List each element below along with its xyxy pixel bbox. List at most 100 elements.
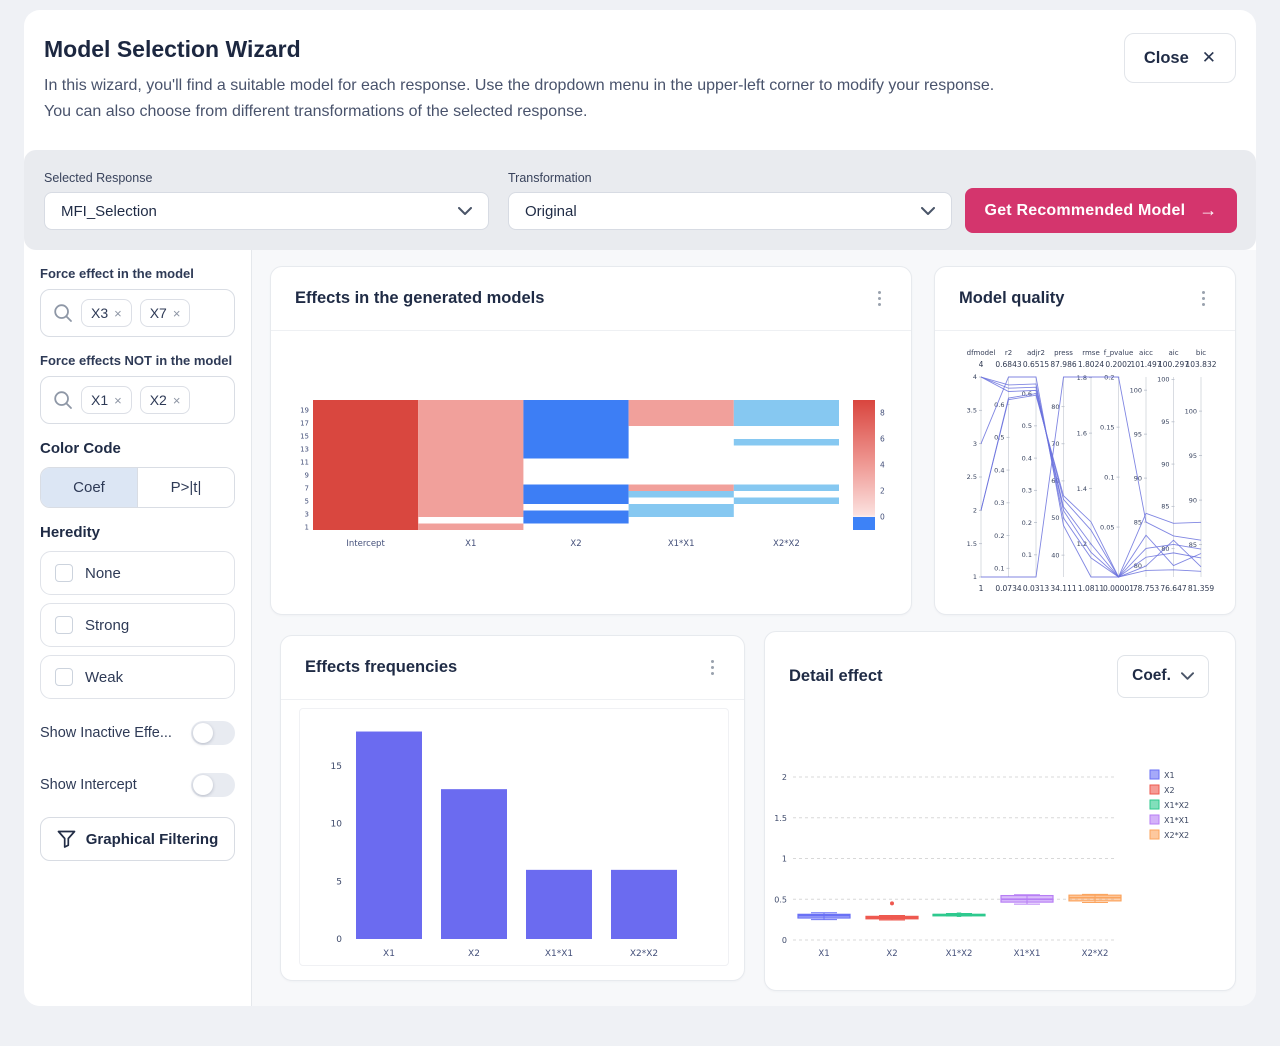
svg-text:rmse: rmse	[1082, 349, 1100, 357]
close-button[interactable]: Close ✕	[1124, 33, 1236, 83]
remove-chip-icon[interactable]: ×	[114, 393, 122, 408]
heredity-option-strong[interactable]: Strong	[40, 603, 235, 647]
svg-text:bic: bic	[1196, 349, 1206, 357]
effects-models-card: Effects in the generated models 13579111…	[270, 266, 912, 615]
svg-text:15: 15	[300, 432, 309, 440]
selected-response-value: MFI_Selection	[61, 203, 157, 220]
effects-heatmap-chart: 135791113151719InterceptX1X2X1*X1X2*X286…	[291, 393, 903, 572]
show-inactive-effects-label: Show Inactive Effe...	[40, 725, 172, 741]
svg-text:17: 17	[300, 419, 309, 427]
effects-models-title: Effects in the generated models	[295, 289, 544, 308]
chip-x2[interactable]: X2×	[140, 386, 191, 414]
toggle-knob	[193, 723, 213, 743]
svg-text:8: 8	[880, 409, 885, 418]
svg-text:0.00001: 0.00001	[1103, 584, 1134, 593]
subtitle-line-2: You can also choose from different trans…	[44, 103, 587, 121]
svg-text:0.05: 0.05	[1100, 523, 1114, 531]
heredity-option-none[interactable]: None	[40, 551, 235, 595]
svg-text:0.3: 0.3	[994, 499, 1004, 507]
svg-text:1.4: 1.4	[1077, 485, 1087, 493]
color-code-option-pvalue[interactable]: P>|t|	[137, 468, 234, 507]
svg-text:0.1: 0.1	[1104, 473, 1114, 481]
svg-text:4: 4	[880, 461, 885, 470]
effects-frequencies-card: Effects frequencies 051015X1X2X1*X1X2*X2	[280, 635, 745, 981]
svg-text:4: 4	[979, 360, 984, 369]
show-inactive-effects-row: Show Inactive Effe...	[40, 721, 235, 745]
chip-x3[interactable]: X3×	[81, 299, 132, 327]
svg-text:X1*X1: X1*X1	[1014, 949, 1041, 959]
svg-text:0.6843: 0.6843	[995, 360, 1021, 369]
svg-text:3: 3	[973, 440, 977, 448]
svg-text:95: 95	[1189, 452, 1197, 460]
svg-text:1: 1	[979, 584, 984, 593]
svg-text:X2: X2	[1164, 786, 1175, 795]
svg-text:f_pvalue: f_pvalue	[1104, 349, 1134, 357]
transformation-select[interactable]: Original	[508, 192, 952, 230]
svg-text:81.359: 81.359	[1188, 584, 1214, 593]
svg-text:95: 95	[1161, 418, 1169, 426]
svg-text:X2: X2	[570, 539, 581, 549]
transformation-label: Transformation	[508, 171, 592, 185]
svg-text:X1*X1: X1*X1	[545, 949, 573, 959]
heredity-label: Heredity	[40, 524, 235, 541]
svg-text:87.986: 87.986	[1050, 360, 1076, 369]
svg-text:90: 90	[1161, 460, 1169, 468]
svg-text:80: 80	[1051, 403, 1059, 411]
svg-text:34.111: 34.111	[1050, 584, 1076, 593]
force-out-search-input[interactable]: X1× X2×	[40, 376, 235, 424]
svg-text:X1*X2: X1*X2	[1164, 801, 1189, 810]
svg-text:aicc: aicc	[1139, 349, 1153, 357]
svg-text:2: 2	[782, 773, 787, 782]
model-quality-title: Model quality	[959, 289, 1064, 308]
remove-chip-icon[interactable]: ×	[173, 393, 181, 408]
selected-response-select[interactable]: MFI_Selection	[44, 192, 489, 230]
remove-chip-icon[interactable]: ×	[114, 306, 122, 321]
svg-text:1.5: 1.5	[774, 814, 787, 823]
graphical-filtering-button[interactable]: Graphical Filtering	[40, 817, 235, 861]
kebab-menu-icon[interactable]	[705, 654, 721, 682]
get-recommended-model-button[interactable]: Get Recommended Model →	[965, 188, 1237, 233]
model-quality-parallel-chart: dfmodel4143.532.521.51r20.68430.07340.60…	[949, 343, 1223, 606]
svg-text:1.0811: 1.0811	[1078, 584, 1104, 593]
svg-text:adjr2: adjr2	[1027, 349, 1045, 357]
funnel-icon	[57, 830, 76, 848]
svg-text:10: 10	[331, 820, 343, 830]
color-code-option-coef[interactable]: Coef	[41, 468, 137, 507]
toggle-knob	[193, 775, 213, 795]
svg-text:3.5: 3.5	[967, 407, 977, 415]
show-inactive-effects-toggle[interactable]	[191, 721, 235, 745]
svg-text:7: 7	[305, 484, 309, 492]
svg-text:0.4: 0.4	[1022, 454, 1032, 462]
kebab-menu-icon[interactable]	[872, 285, 888, 313]
chip-x7[interactable]: X7×	[140, 299, 191, 327]
svg-text:76.647: 76.647	[1160, 584, 1186, 593]
svg-text:100: 100	[1185, 407, 1197, 415]
svg-text:78.753: 78.753	[1133, 584, 1159, 593]
svg-text:0.2002: 0.2002	[1105, 360, 1131, 369]
svg-text:2: 2	[880, 487, 885, 496]
svg-text:19: 19	[300, 406, 309, 414]
svg-text:50: 50	[1051, 514, 1059, 522]
svg-text:X1*X2: X1*X2	[946, 949, 973, 959]
chip-x1[interactable]: X1×	[81, 386, 132, 414]
heredity-option-weak[interactable]: Weak	[40, 655, 235, 699]
remove-chip-icon[interactable]: ×	[173, 306, 181, 321]
detail-effect-metric-select[interactable]: Coef.	[1117, 655, 1209, 698]
checkbox-none[interactable]	[55, 564, 73, 582]
get-recommended-model-label: Get Recommended Model	[985, 202, 1186, 220]
force-in-search-input[interactable]: X3× X7×	[40, 289, 235, 337]
svg-text:2: 2	[973, 507, 977, 515]
kebab-menu-icon[interactable]	[1196, 285, 1212, 313]
checkbox-weak[interactable]	[55, 668, 73, 686]
detail-effect-title: Detail effect	[789, 667, 883, 686]
svg-text:1: 1	[305, 523, 309, 531]
checkbox-strong[interactable]	[55, 616, 73, 634]
svg-text:X2*X2: X2*X2	[1164, 831, 1189, 840]
svg-text:1: 1	[782, 855, 787, 864]
svg-text:70: 70	[1051, 440, 1059, 448]
show-intercept-toggle[interactable]	[191, 773, 235, 797]
wizard-panel: Model Selection Wizard In this wizard, y…	[24, 10, 1256, 1006]
svg-text:0.15: 0.15	[1100, 423, 1114, 431]
force-in-label: Force effect in the model	[40, 266, 235, 281]
svg-text:X1: X1	[1164, 771, 1175, 780]
